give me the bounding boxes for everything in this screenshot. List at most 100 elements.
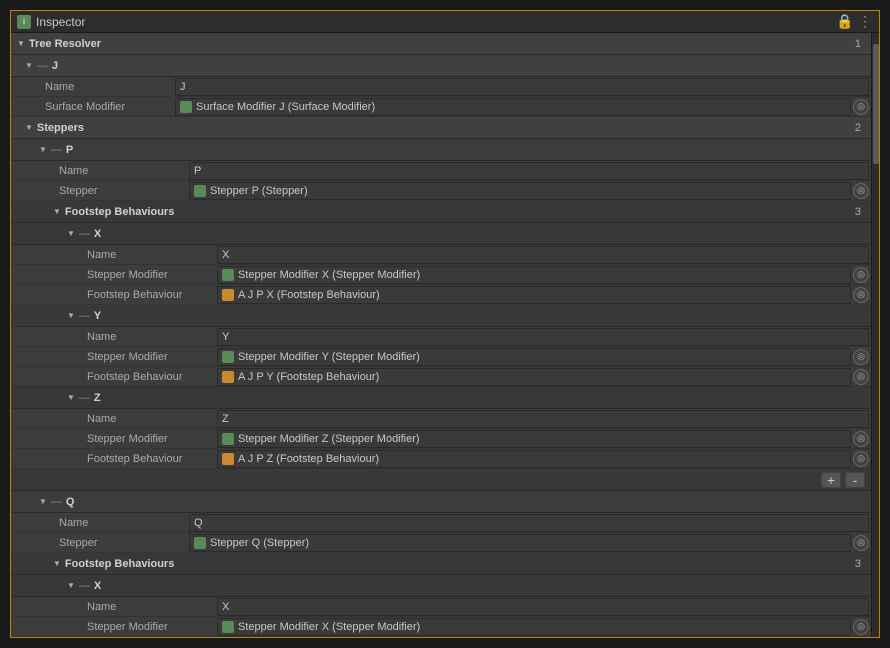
j-name-label: Name: [45, 81, 175, 93]
y-p-sm-target-btn[interactable]: ◎: [853, 349, 869, 365]
p-remove-button[interactable]: -: [845, 472, 865, 488]
y-p-label: Y: [94, 310, 101, 322]
x-p-fb-target-btn[interactable]: ◎: [853, 287, 869, 303]
surface-modifier-icon: [180, 101, 192, 113]
tree-resolver-triangle: ▼: [17, 39, 25, 48]
x-p-fb-icon: [222, 289, 234, 301]
q-triangle: ▼: [39, 497, 47, 506]
p-name-row: Name P: [11, 161, 871, 181]
x-q-name-row: Name X: [11, 597, 871, 617]
z-p-stepper-modifier-label: Stepper Modifier: [87, 433, 217, 445]
p-name-label: Name: [59, 165, 189, 177]
tree-resolver-header[interactable]: ▼ Tree Resolver 1: [11, 33, 871, 55]
x-q-name-label: Name: [87, 601, 217, 613]
x-p-name-value[interactable]: X: [217, 246, 869, 264]
y-p-section-header[interactable]: ▼ — Y: [11, 305, 871, 327]
stepper-p-target-btn[interactable]: ◎: [853, 183, 869, 199]
footstep-behaviours-q-count: 3: [855, 558, 861, 570]
x-p-section-header[interactable]: ▼ — X: [11, 223, 871, 245]
x-p-sm-icon: [222, 269, 234, 281]
p-triangle: ▼: [39, 145, 47, 154]
q-section-header[interactable]: ▼ — Q: [11, 491, 871, 513]
q-label: Q: [66, 496, 75, 508]
y-p-stepper-modifier-value[interactable]: Stepper Modifier Y (Stepper Modifier): [217, 348, 851, 366]
x-p-stepper-modifier-value[interactable]: Stepper Modifier X (Stepper Modifier): [217, 266, 851, 284]
footstep-q-triangle: ▼: [53, 559, 61, 568]
more-button[interactable]: ⋮: [857, 14, 873, 30]
p-stepper-label: Stepper: [59, 185, 189, 197]
z-p-name-value[interactable]: Z: [217, 410, 869, 428]
j-name-row: Name J: [11, 77, 871, 97]
surface-modifier-target-btn[interactable]: ◎: [853, 99, 869, 115]
p-add-button[interactable]: +: [821, 472, 841, 488]
q-name-value[interactable]: Q: [189, 514, 869, 532]
x-p-footstep-label: Footstep Behaviour: [87, 289, 217, 301]
x-q-sm-target-btn[interactable]: ◎: [853, 619, 869, 635]
x-p-sm-target-btn[interactable]: ◎: [853, 267, 869, 283]
q-stepper-value[interactable]: Stepper Q (Stepper): [189, 534, 851, 552]
scroll-area[interactable]: ▼ Tree Resolver 1 ▼ — J Name J Surface M…: [11, 33, 871, 637]
footstep-behaviours-p-header[interactable]: ▼ Footstep Behaviours 3: [11, 201, 871, 223]
footstep-behaviours-q-header[interactable]: ▼ Footstep Behaviours 3: [11, 553, 871, 575]
x-p-name-row: Name X: [11, 245, 871, 265]
z-p-fb-target-btn[interactable]: ◎: [853, 451, 869, 467]
scrollbar[interactable]: [871, 33, 879, 637]
stepper-q-target-btn[interactable]: ◎: [853, 535, 869, 551]
p-section-header[interactable]: ▼ — P: [11, 139, 871, 161]
p-stepper-row: Stepper Stepper P (Stepper) ◎: [11, 181, 871, 201]
stepper-q-icon: [194, 537, 206, 549]
z-p-footstep-value[interactable]: A J P Z (Footstep Behaviour): [217, 450, 851, 468]
z-p-footstep-label: Footstep Behaviour: [87, 453, 217, 465]
p-stepper-value[interactable]: Stepper P (Stepper): [189, 182, 851, 200]
z-p-section-header[interactable]: ▼ — Z: [11, 387, 871, 409]
x-p-stepper-modifier-row: Stepper Modifier Stepper Modifier X (Ste…: [11, 265, 871, 285]
x-q-stepper-modifier-value[interactable]: Stepper Modifier X (Stepper Modifier): [217, 618, 851, 636]
q-name-row: Name Q: [11, 513, 871, 533]
y-p-stepper-modifier-row: Stepper Modifier Stepper Modifier Y (Ste…: [11, 347, 871, 367]
x-p-name-label: Name: [87, 249, 217, 261]
j-surface-modifier-row: Surface Modifier Surface Modifier J (Sur…: [11, 97, 871, 117]
z-p-label: Z: [94, 392, 101, 404]
y-p-fb-icon: [222, 371, 234, 383]
y-p-sm-icon: [222, 351, 234, 363]
z-p-sm-target-btn[interactable]: ◎: [853, 431, 869, 447]
j-section-header[interactable]: ▼ — J: [11, 55, 871, 77]
x-q-label: X: [94, 580, 101, 592]
y-p-triangle: ▼: [67, 311, 75, 320]
j-surface-modifier-value[interactable]: Surface Modifier J (Surface Modifier): [175, 98, 851, 116]
j-name-value[interactable]: J: [175, 78, 869, 96]
lock-button[interactable]: 🔒: [837, 14, 853, 30]
tree-resolver-label: Tree Resolver: [29, 38, 101, 50]
steppers-triangle: ▼: [25, 123, 33, 132]
window-title: Inspector: [36, 15, 837, 29]
scrollbar-thumb[interactable]: [873, 44, 879, 164]
p-add-remove-row: + -: [11, 469, 871, 491]
x-q-triangle: ▼: [67, 581, 75, 590]
q-stepper-row: Stepper Stepper Q (Stepper) ◎: [11, 533, 871, 553]
q-stepper-label: Stepper: [59, 537, 189, 549]
y-p-name-label: Name: [87, 331, 217, 343]
p-name-value[interactable]: P: [189, 162, 869, 180]
x-q-stepper-modifier-row: Stepper Modifier Stepper Modifier X (Ste…: [11, 617, 871, 637]
j-triangle: ▼: [25, 61, 33, 70]
z-p-sm-icon: [222, 433, 234, 445]
inspector-window: i Inspector 🔒 ⋮ ▼ Tree Resolver 1 ▼ — J …: [10, 10, 880, 638]
steppers-header[interactable]: ▼ Steppers 2: [11, 117, 871, 139]
x-p-triangle: ▼: [67, 229, 75, 238]
x-q-name-value[interactable]: X: [217, 598, 869, 616]
window-icon: i: [17, 15, 31, 29]
footstep-p-triangle: ▼: [53, 207, 61, 216]
y-p-name-value[interactable]: Y: [217, 328, 869, 346]
y-p-footstep-value[interactable]: A J P Y (Footstep Behaviour): [217, 368, 851, 386]
j-label: J: [52, 60, 58, 72]
tree-resolver-count: 1: [855, 38, 861, 50]
steppers-count: 2: [855, 122, 861, 134]
steppers-label: Steppers: [37, 122, 84, 134]
x-q-section-header[interactable]: ▼ — X: [11, 575, 871, 597]
x-p-footstep-value[interactable]: A J P X (Footstep Behaviour): [217, 286, 851, 304]
z-p-name-row: Name Z: [11, 409, 871, 429]
x-p-stepper-modifier-label: Stepper Modifier: [87, 269, 217, 281]
y-p-fb-target-btn[interactable]: ◎: [853, 369, 869, 385]
z-p-stepper-modifier-value[interactable]: Stepper Modifier Z (Stepper Modifier): [217, 430, 851, 448]
q-name-label: Name: [59, 517, 189, 529]
